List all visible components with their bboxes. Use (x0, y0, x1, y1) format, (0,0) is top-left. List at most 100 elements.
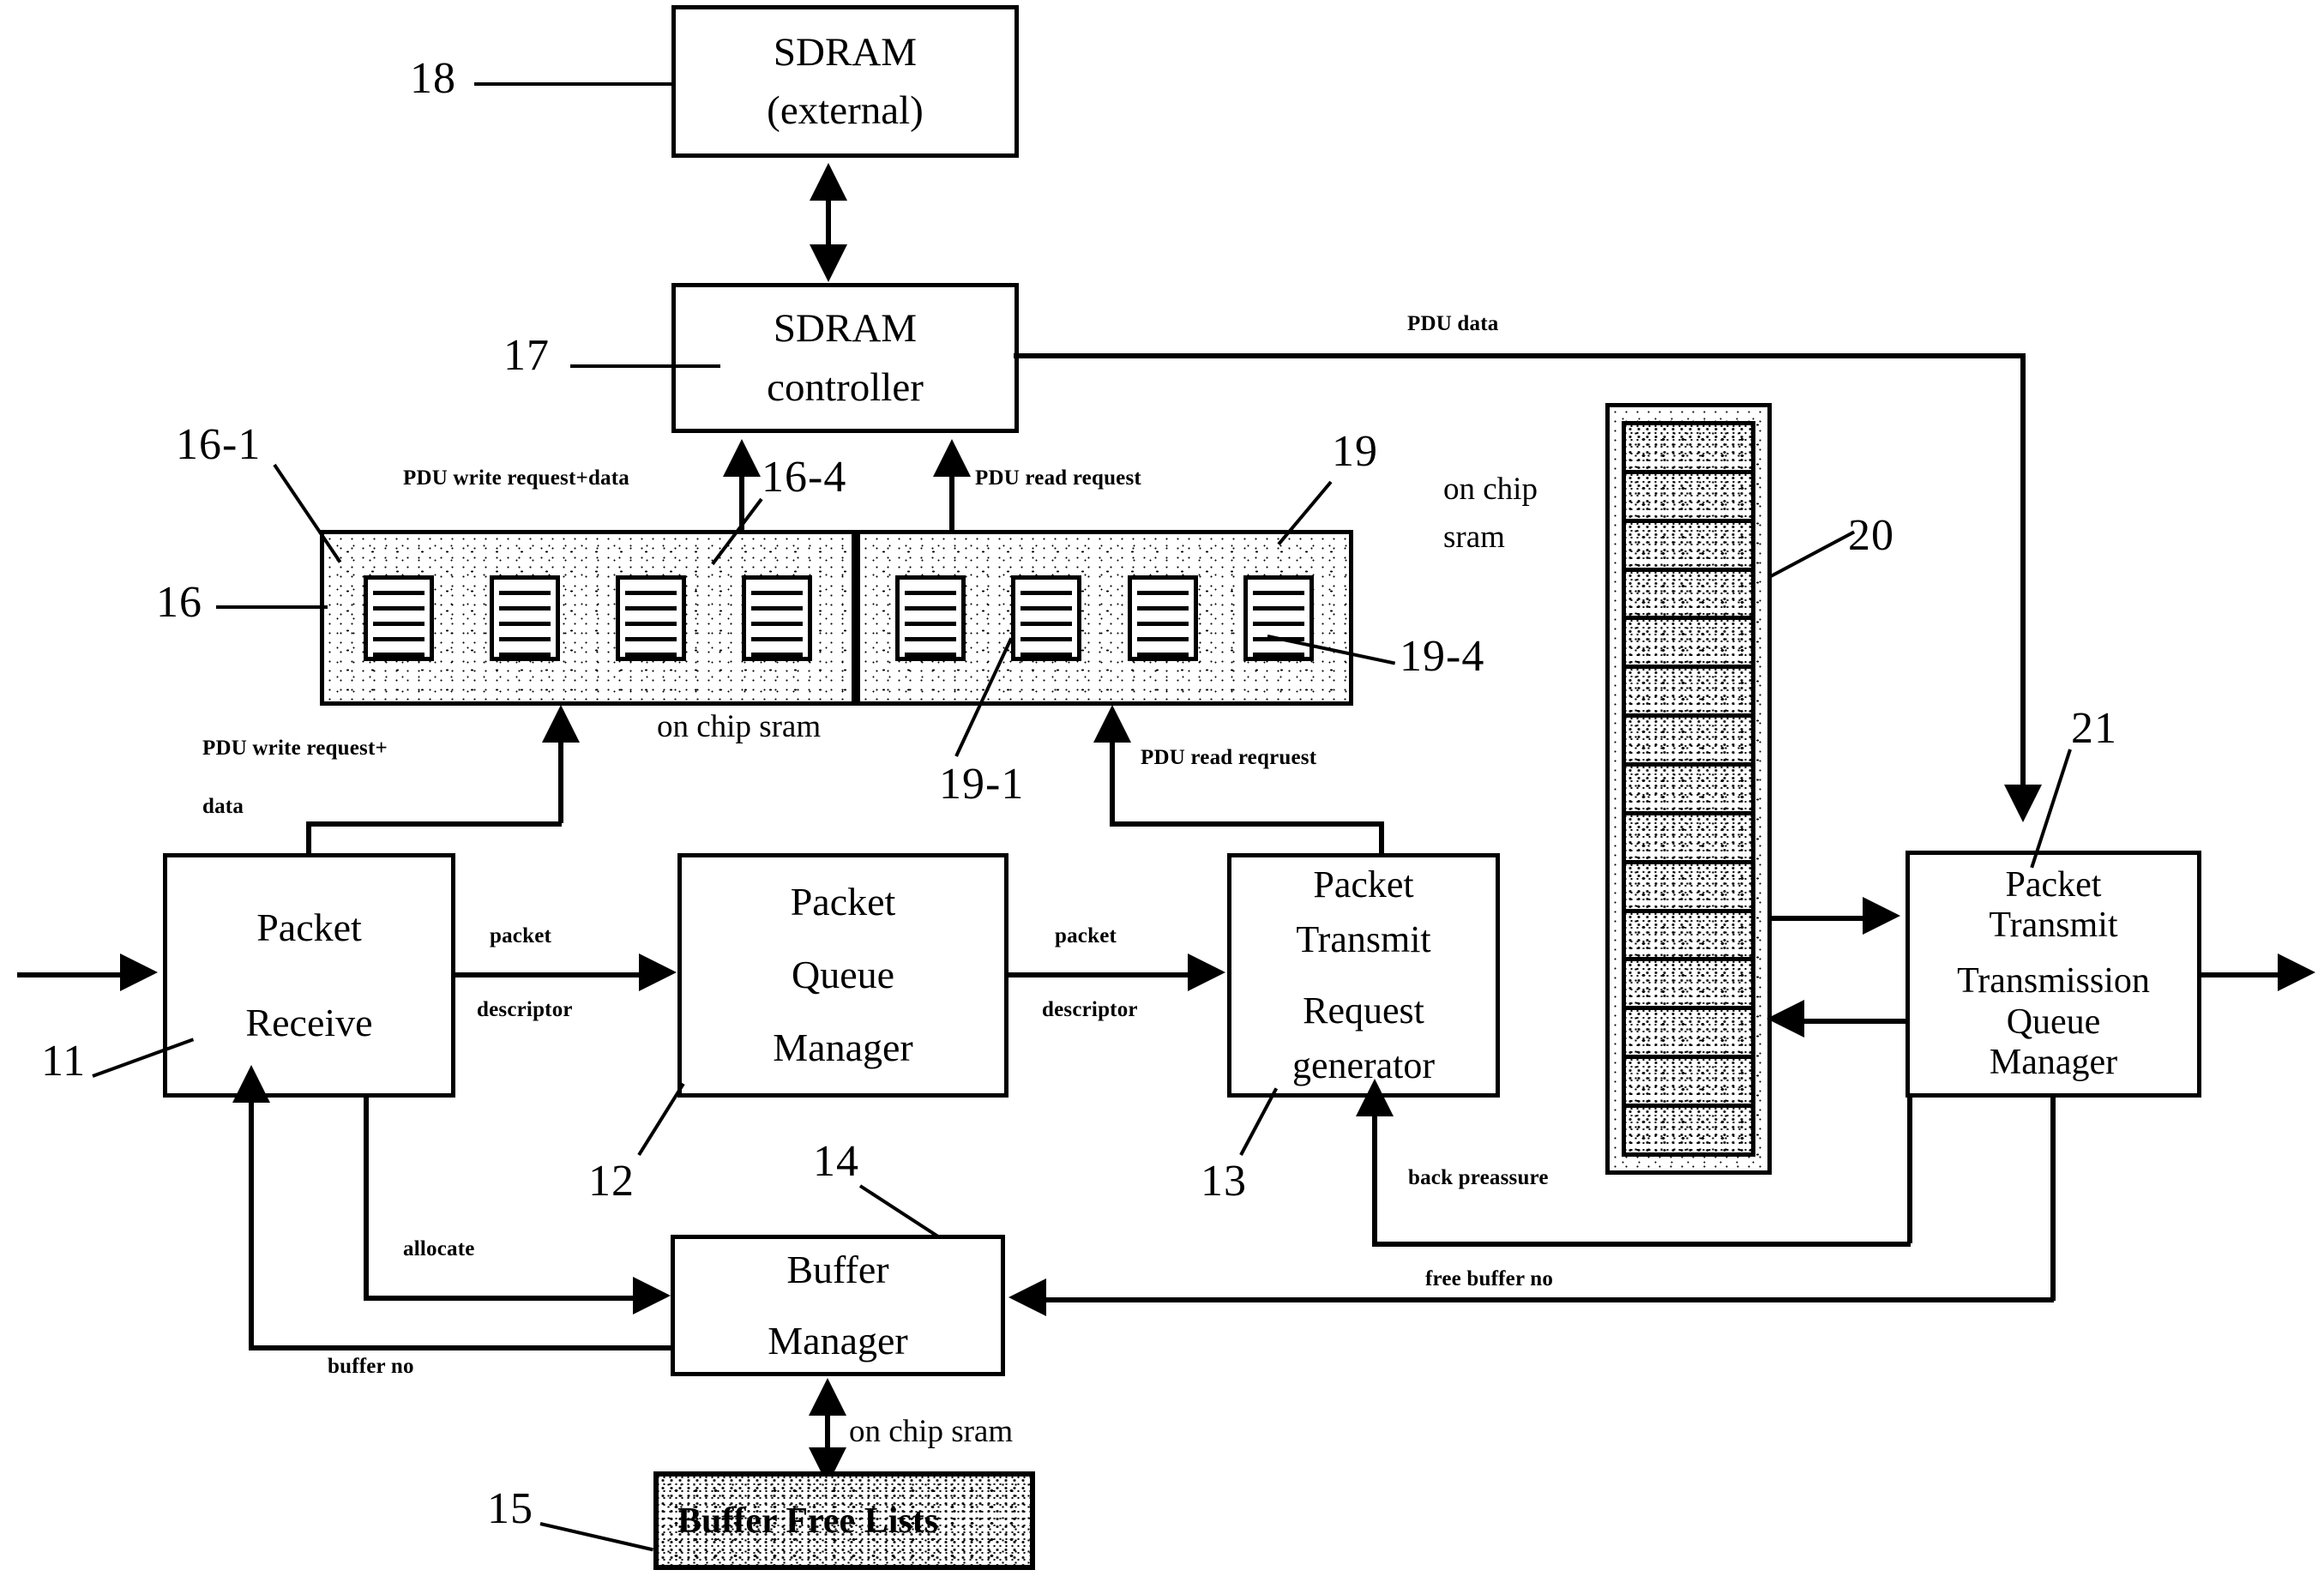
external-input-line (17, 972, 127, 977)
leader-line-18 (474, 82, 673, 86)
doc-line (624, 652, 677, 657)
ref-19-4: 19-4 (1400, 632, 1485, 681)
ptqm-to-queue-line (1801, 1019, 1912, 1024)
allocate-horizontal (364, 1296, 636, 1301)
ptqm-line-5: Manager (1989, 1042, 2118, 1082)
label-free-buffer-no: free buffer no (1425, 1267, 1554, 1290)
label-pdu-read-request-top: PDU read request (975, 466, 1141, 490)
doc-line (904, 590, 956, 595)
sram-write-block (320, 530, 856, 706)
packet-transmit-request-generator-box: Packet Transmit Request generator (1227, 853, 1500, 1098)
doc-line (1021, 652, 1073, 657)
ptqm-to-queue-arrow (1767, 1000, 1804, 1038)
external-input-arrow (120, 953, 158, 991)
sdram-external-box: SDRAM (external) (671, 5, 1019, 158)
ptqm-line-3: Transmission (1957, 961, 2150, 1002)
doc-line (373, 590, 425, 595)
ref-20: 20 (1848, 511, 1894, 560)
ref-17: 17 (503, 331, 550, 380)
doc-line (1136, 636, 1189, 641)
queue-cell (1626, 473, 1751, 523)
doc-line (750, 605, 803, 611)
ref-19: 19 (1332, 427, 1378, 476)
write-path-arrow (542, 705, 580, 743)
queue-cell (1626, 669, 1751, 719)
leader-line-16-1 (273, 463, 342, 563)
pdu-data-vertical (2020, 353, 2026, 808)
doc-line (1021, 621, 1073, 626)
ptqm-line-4: Queue (2006, 1002, 2101, 1042)
buffer-free-lists-box: Buffer Free Lists (653, 1471, 1035, 1570)
pr-to-pqm-arrow (639, 953, 677, 991)
buffer-no-vertical (249, 1098, 254, 1349)
doc-line (904, 605, 956, 611)
ref-13: 13 (1201, 1157, 1247, 1206)
doc-line (904, 636, 956, 641)
label-pdu-data: PDU data (1407, 312, 1499, 335)
sdram-controller-line-2: controller (767, 364, 924, 410)
sram-write-buffer-1 (364, 574, 435, 661)
doc-line (373, 621, 425, 626)
queue-sram-cells (1622, 421, 1755, 1157)
packet-receive-line-1: Packet (256, 905, 362, 949)
doc-line (1136, 605, 1189, 611)
packet-queue-manager-line-1: Packet (790, 880, 896, 924)
ptqm-line-1: Packet (2005, 865, 2102, 905)
label-pdu-write-request-line1: PDU write request+ (202, 737, 388, 760)
sdram-link-arrow-down (810, 244, 847, 282)
buffer-free-lists-label: Buffer Free Lists (677, 1501, 939, 1541)
ref-21: 21 (2071, 704, 2117, 753)
sdram-controller-box: SDRAM controller (671, 283, 1019, 433)
label-pdu-read-reqruest: PDU read reqruest (1141, 746, 1317, 769)
sram-write-buffer-2 (490, 574, 561, 661)
packet-queue-manager-line-3: Manager (773, 1025, 913, 1069)
doc-line (499, 636, 551, 641)
doc-line (499, 605, 551, 611)
ref-14: 14 (813, 1137, 859, 1186)
doc-line (373, 605, 425, 611)
label-pdu-write-request-data-top: PDU write request+data (403, 466, 629, 490)
ref-19-1: 19-1 (939, 760, 1025, 809)
pr-to-pqm-line (455, 972, 659, 977)
leader-line-13 (1239, 1087, 1279, 1156)
queue-cell (1626, 1059, 1751, 1109)
queue-cell (1626, 1108, 1751, 1152)
label-packet-1: packet (490, 924, 552, 947)
queue-sram-column (1605, 403, 1772, 1175)
ref-15: 15 (487, 1484, 533, 1533)
ref-16: 16 (156, 578, 202, 627)
packet-receive-line-2: Receive (245, 1000, 373, 1044)
ptrg-line-1: Packet (1313, 863, 1414, 905)
label-packet-2: packet (1055, 924, 1117, 947)
pdu-data-horizontal (1014, 353, 2024, 358)
bfl-link-arrow-up (809, 1378, 846, 1416)
allocate-vertical (364, 1098, 369, 1299)
sram-read-block (856, 530, 1353, 706)
sram-write-buffer-3 (615, 574, 686, 661)
doc-line (750, 636, 803, 641)
read-path-horizontal (1110, 821, 1382, 827)
doc-line (624, 590, 677, 595)
pdu-data-arrow (2004, 785, 2042, 822)
label-buffer-no: buffer no (328, 1355, 414, 1378)
sram-caption: on chip sram (657, 709, 822, 744)
doc-line (373, 652, 425, 657)
doc-line (1253, 590, 1305, 595)
sram19-to-controller-line (949, 474, 954, 536)
back-preassure-arrow (1356, 1079, 1394, 1116)
queue-sram-caption-line-1: on chip (1443, 472, 1538, 507)
ptqm-line-2: Transmit (1989, 905, 2118, 946)
ptrg-line-3: Request (1303, 990, 1424, 1032)
doc-line (499, 652, 551, 657)
leader-line-17 (570, 364, 720, 368)
queue-sram-caption-line-2: sram (1443, 520, 1505, 555)
packet-receive-box: Packet Receive (163, 853, 455, 1098)
doc-line (1253, 605, 1305, 611)
label-pdu-write-request-line2: data (202, 795, 244, 818)
back-preassure-vertical-left (1372, 1115, 1377, 1243)
leader-line-12 (637, 1082, 685, 1157)
label-back-preassure: back preassure (1408, 1166, 1549, 1189)
buffer-manager-box: Buffer Manager (671, 1235, 1005, 1376)
free-buffer-no-arrow (1008, 1278, 1046, 1316)
write-path-to-sram (558, 739, 563, 823)
